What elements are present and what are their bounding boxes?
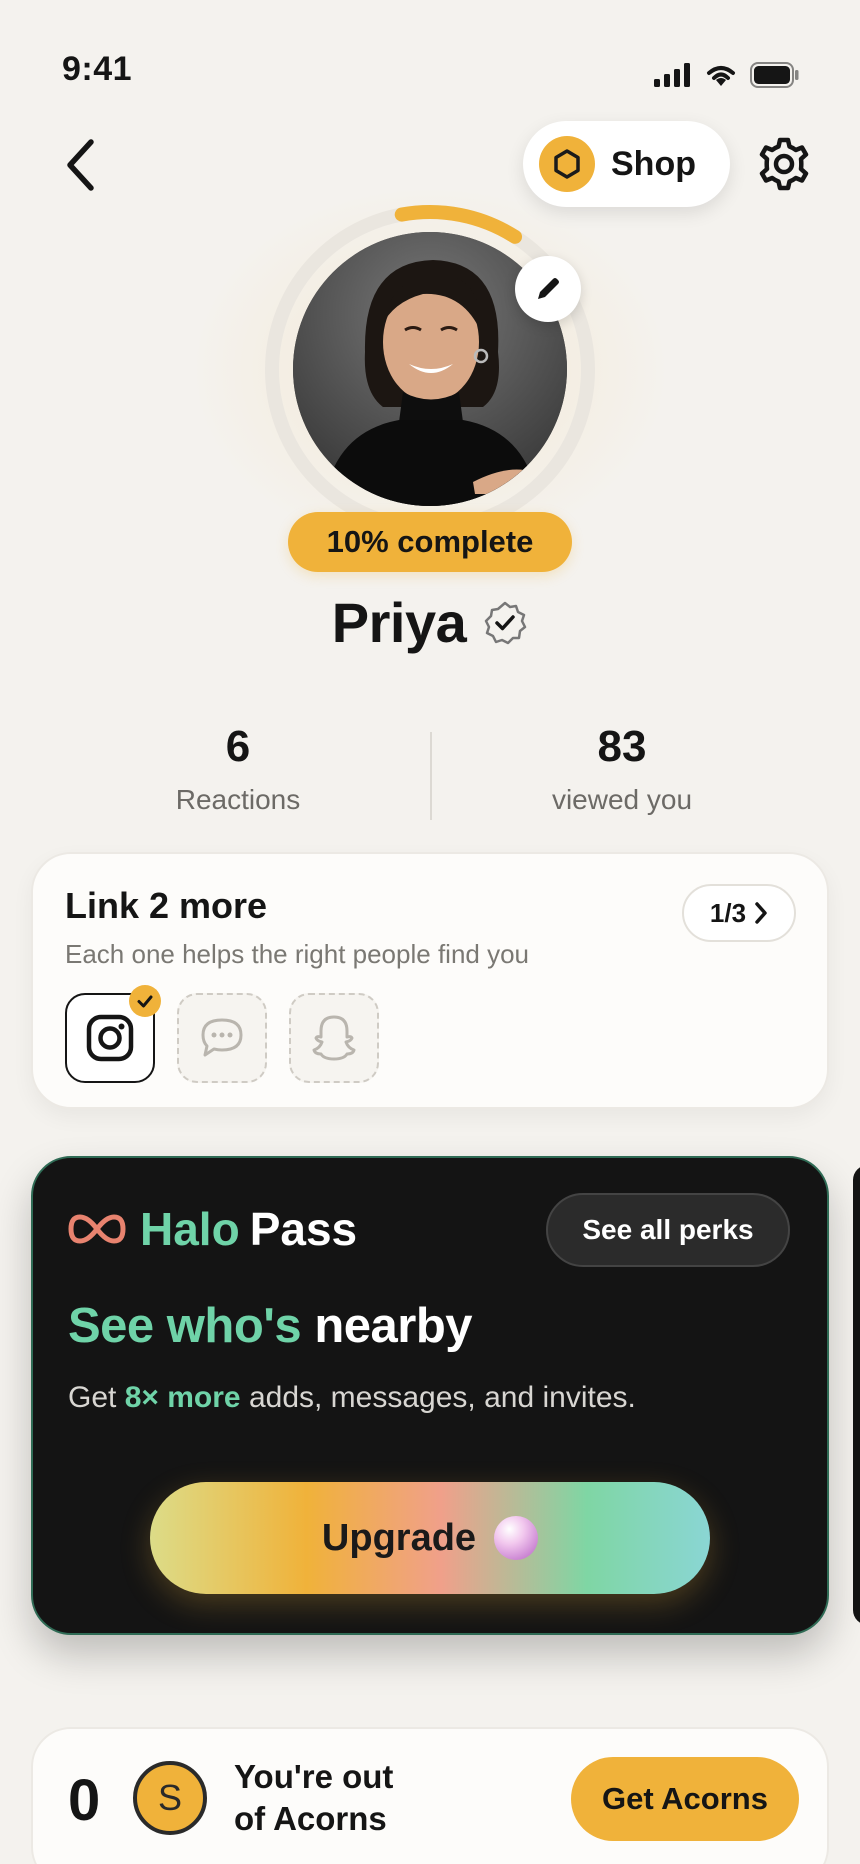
pass-brand-word: Halo xyxy=(140,1203,240,1255)
acorns-message: You're out of Acorns xyxy=(234,1756,454,1840)
profile-name-row: Priya xyxy=(0,590,860,655)
pass-description: Get 8× more adds, messages, and invites. xyxy=(68,1381,636,1415)
chevron-left-icon xyxy=(67,139,94,191)
upgrade-button[interactable]: Upgrade xyxy=(150,1482,710,1594)
chevron-right-icon xyxy=(755,902,767,924)
acorn-coin-icon: S xyxy=(133,1761,207,1835)
see-all-perks-button[interactable]: See all perks xyxy=(546,1193,790,1267)
acorn-count: 0 xyxy=(68,1768,101,1833)
status-time: 9:41 xyxy=(62,50,133,88)
stat-label: Reactions xyxy=(175,784,301,815)
stat-divider xyxy=(430,732,432,820)
link-card-subtitle: Each one helps the right people find you xyxy=(65,939,530,969)
acorns-line-2: of Acorns xyxy=(234,1800,387,1837)
link-step-button[interactable]: 1/3 xyxy=(682,884,796,942)
pass-title-word: Pass xyxy=(249,1203,358,1255)
upgrade-label: Upgrade xyxy=(321,1516,477,1559)
snapchat-ghost-icon xyxy=(312,1015,356,1061)
headline-rest: nearby xyxy=(314,1299,472,1353)
next-card-peek xyxy=(853,1165,860,1625)
stat-label: viewed you xyxy=(551,784,693,815)
headline-highlight: See who's xyxy=(68,1299,302,1353)
desc-prefix: Get xyxy=(68,1381,117,1414)
infinity-icon xyxy=(68,1214,126,1244)
status-icons xyxy=(654,62,800,88)
stat-value: 83 xyxy=(597,722,647,771)
desc-suffix: adds, messages, and invites. xyxy=(248,1381,636,1414)
social-snapchat-tile[interactable] xyxy=(289,993,379,1083)
back-button[interactable] xyxy=(50,130,110,200)
pencil-icon xyxy=(538,278,559,299)
desc-highlight: 8× more xyxy=(124,1381,241,1414)
verified-badge-icon[interactable] xyxy=(482,600,528,646)
battery-icon xyxy=(750,62,799,88)
step-counter: 1/3 xyxy=(709,897,747,928)
linked-check-icon xyxy=(129,985,161,1017)
wifi-icon xyxy=(707,66,735,86)
instagram-icon xyxy=(86,1014,134,1062)
social-messenger-tile[interactable] xyxy=(177,993,267,1083)
stat-value: 6 xyxy=(225,722,251,771)
gear-icon xyxy=(759,137,809,191)
orb-icon xyxy=(494,1516,539,1560)
get-acorns-button[interactable]: Get Acorns xyxy=(571,1757,799,1841)
pass-title: Halo Pass xyxy=(68,1202,357,1256)
acorns-line-1: You're out xyxy=(234,1758,394,1795)
edit-photo-button[interactable] xyxy=(515,256,581,322)
link-card-title: Link 2 more xyxy=(65,885,268,926)
coin-letter: S xyxy=(157,1777,182,1818)
chat-bubble-icon xyxy=(201,1018,243,1057)
profile-name: Priya xyxy=(331,591,467,654)
pass-headline: See who's nearby xyxy=(68,1298,472,1354)
settings-button[interactable] xyxy=(756,136,812,192)
stat-viewed-you[interactable]: 83 viewed you xyxy=(472,722,772,816)
cellular-signal-icon xyxy=(654,63,690,87)
profile-completion-badge[interactable]: 10% complete xyxy=(288,512,572,572)
stat-reactions[interactable]: 6 Reactions xyxy=(88,722,388,816)
